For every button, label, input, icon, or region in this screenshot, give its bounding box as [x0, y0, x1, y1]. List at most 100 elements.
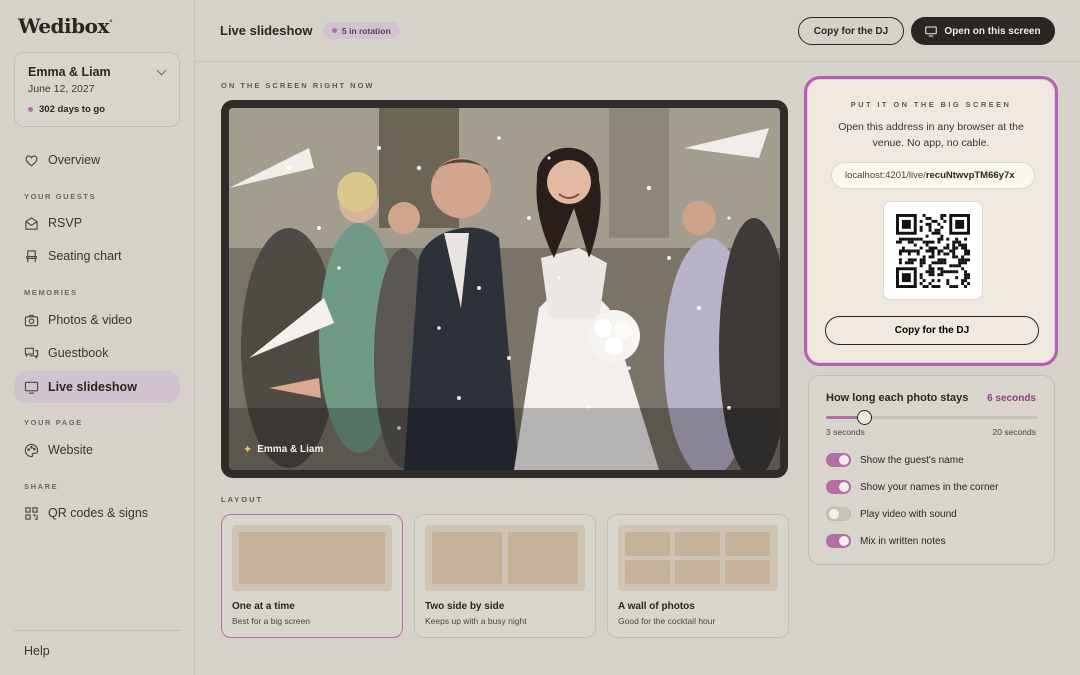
section-label-share: SHARE: [24, 482, 59, 491]
monitor-icon: [24, 381, 39, 394]
chat-bubbles-icon: [24, 347, 39, 359]
sidebar-item-website[interactable]: Website: [14, 434, 180, 466]
preview-tile: [625, 532, 670, 556]
slideshow-preview: ✦ Emma & Liam: [221, 100, 788, 478]
url-prefix: localhost:4201/live/: [845, 170, 926, 181]
toggle-label: Show your names in the corner: [860, 481, 999, 493]
slider-thumb[interactable]: [856, 410, 872, 425]
sidebar-item-label: Seating chart: [48, 249, 122, 263]
page-title: Live slideshow: [220, 23, 313, 38]
preview-tile: [675, 560, 720, 584]
layout-title: Two side by side: [425, 601, 505, 612]
sidebar-item-label: Website: [48, 443, 93, 457]
section-label-page: YOUR PAGE: [24, 418, 83, 427]
sidebar-item-label: Photos & video: [48, 313, 133, 327]
slideshow-settings: How long each photo stays 6 seconds 3 se…: [808, 375, 1055, 565]
layout-title: One at a time: [232, 601, 295, 612]
copy-for-dj-button[interactable]: Copy for the DJ: [798, 17, 904, 45]
layout-title: A wall of photos: [618, 601, 695, 612]
toggle-video-sound[interactable]: [826, 507, 851, 521]
envelope-icon: [25, 216, 38, 230]
toggle-row-video-sound: Play video with sound: [826, 507, 957, 521]
help-divider: [14, 630, 180, 631]
big-screen-eyebrow: PUT IT ON THE BIG SCREEN: [850, 100, 1012, 109]
sidebar-item-overview[interactable]: Overview: [14, 144, 180, 176]
qr-code-graphic: [896, 213, 970, 288]
sidebar-item-rsvp[interactable]: RSVP: [14, 207, 180, 239]
monitor-icon: [925, 25, 938, 37]
slider-max-label: 20 seconds: [992, 427, 1036, 437]
sidebar-item-label: Guestbook: [48, 346, 109, 360]
sidebar-item-label: Overview: [48, 153, 101, 167]
toggle-label: Play video with sound: [860, 508, 957, 520]
current-photo: ✦ Emma & Liam: [229, 108, 780, 470]
duration-slider[interactable]: [826, 410, 1037, 425]
badge-dot: [332, 28, 337, 33]
layout-option-one-at-a-time[interactable]: One at a time Best for a big screen: [221, 514, 403, 638]
layout-label: LAYOUT: [221, 495, 264, 504]
wedding-date: June 12, 2027: [28, 83, 95, 95]
sidebar: Wedibox° Emma & Liam June 12, 2027 302 d…: [0, 0, 195, 675]
layout-option-wall[interactable]: A wall of photos Good for the cocktail h…: [607, 514, 789, 638]
toggle-row-written-notes: Mix in written notes: [826, 534, 946, 548]
big-screen-description: Open this address in any browser at the …: [838, 121, 1024, 149]
heart-icon: [25, 155, 38, 166]
preview-tile: [239, 532, 385, 584]
top-bar: Live slideshow 5 in rotation Copy for th…: [195, 0, 1080, 62]
preview-tile: [508, 532, 578, 584]
copy-for-dj-button-card[interactable]: Copy for the DJ: [825, 316, 1039, 345]
sidebar-item-live-slideshow[interactable]: Live slideshow: [14, 371, 180, 403]
qr-code-icon: [25, 506, 38, 520]
slideshow-url[interactable]: localhost:4201/live/recuNtwvpTM66y7x: [831, 162, 1035, 189]
chevron-down-icon: [156, 65, 167, 76]
url-id: recuNtwvpTM66y7x: [925, 170, 1015, 181]
big-screen-card: PUT IT ON THE BIG SCREEN Open this addre…: [804, 76, 1058, 366]
open-on-screen-label: Open on this screen: [944, 25, 1041, 37]
countdown: 302 days to go: [28, 104, 105, 115]
toggle-label: Mix in written notes: [860, 535, 946, 547]
duration-value: 6 seconds: [987, 393, 1036, 404]
sidebar-item-guestbook[interactable]: Guestbook: [14, 337, 180, 369]
preview-tile: [725, 532, 770, 556]
preview-tile: [675, 532, 720, 556]
help-link[interactable]: Help: [24, 644, 50, 658]
toggle-row-your-names: Show your names in the corner: [826, 480, 998, 494]
chair-icon: [26, 249, 37, 262]
toggle-label: Show the guest's name: [860, 454, 964, 466]
sidebar-item-photos[interactable]: Photos & video: [14, 304, 180, 336]
camera-icon: [24, 314, 39, 326]
countdown-dot: [28, 107, 33, 112]
sidebar-item-qr-codes[interactable]: QR codes & signs: [14, 497, 180, 529]
sidebar-item-label: RSVP: [48, 216, 83, 230]
layout-preview: [618, 525, 778, 591]
duration-label: How long each photo stays: [826, 392, 969, 404]
couple-names: Emma & Liam: [28, 65, 111, 79]
open-on-screen-button[interactable]: Open on this screen: [911, 17, 1055, 45]
wedding-photo-illustration: [229, 108, 780, 470]
toggle-guest-name[interactable]: [826, 453, 851, 467]
couple-switcher[interactable]: Emma & Liam June 12, 2027 302 days to go: [14, 52, 180, 127]
preview-tile: [432, 532, 502, 584]
layout-preview: [425, 525, 585, 591]
sparkle-icon: ✦: [243, 444, 253, 456]
palette-icon: [24, 443, 39, 457]
sidebar-item-seating[interactable]: Seating chart: [14, 240, 180, 272]
toggle-written-notes[interactable]: [826, 534, 851, 548]
layout-subtitle: Good for the cocktail hour: [618, 616, 716, 626]
layout-subtitle: Best for a big screen: [232, 616, 310, 626]
brand-logo[interactable]: Wedibox°: [18, 14, 113, 38]
sidebar-item-label: Live slideshow: [48, 380, 137, 394]
section-label-guests: YOUR GUESTS: [24, 192, 97, 201]
section-label-memories: MEMORIES: [24, 288, 78, 297]
toggle-row-guest-name: Show the guest's name: [826, 453, 964, 467]
rotation-badge: 5 in rotation: [323, 22, 400, 39]
slider-min-label: 3 seconds: [826, 427, 865, 437]
now-showing-label: ON THE SCREEN RIGHT NOW: [221, 81, 375, 90]
toggle-your-names[interactable]: [826, 480, 851, 494]
photo-caption: ✦ Emma & Liam: [243, 444, 324, 456]
layout-subtitle: Keeps up with a busy night: [425, 616, 527, 626]
qr-code: [883, 201, 983, 300]
sidebar-item-label: QR codes & signs: [48, 506, 149, 520]
layout-option-side-by-side[interactable]: Two side by side Keeps up with a busy ni…: [414, 514, 596, 638]
preview-tile: [725, 560, 770, 584]
